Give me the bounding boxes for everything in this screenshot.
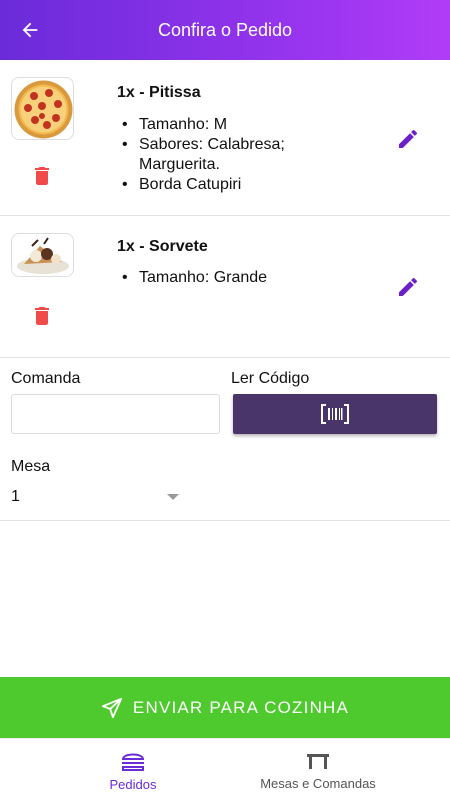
item-detail: Borda Catupiri — [117, 175, 347, 195]
send-button-label: ENVIAR PARA COZINHA — [132, 697, 350, 717]
table-icon — [307, 753, 329, 769]
page-title: Confira o Pedido — [157, 19, 293, 40]
nav-mesas-comandas[interactable]: Mesas e Comandas — [236, 739, 400, 801]
divider — [0, 520, 450, 521]
order-list: 1x - Pitissa Tamanho: M Sabores: Calabre… — [0, 60, 450, 358]
chevron-down-icon — [167, 494, 179, 500]
item-title: 1x - Sorvete — [117, 238, 208, 255]
burger-icon — [121, 753, 145, 771]
send-to-kitchen-button[interactable]: ENVIAR PARA COZINHA — [0, 677, 450, 738]
mesa-label: Mesa — [11, 458, 51, 475]
pencil-icon — [399, 277, 417, 296]
nav-mesas-label: Mesas e Comandas — [260, 775, 376, 791]
item-detail: Tamanho: M — [117, 115, 347, 135]
barcode-scan-icon — [321, 404, 349, 424]
edit-item-button[interactable] — [396, 275, 420, 299]
item-details: Tamanho: Grande — [117, 268, 347, 288]
order-item: 1x - Pitissa Tamanho: M Sabores: Calabre… — [0, 60, 450, 216]
app-header: Confira o Pedido — [0, 0, 450, 60]
trash-icon — [35, 307, 49, 325]
back-button[interactable] — [14, 14, 46, 46]
nav-pedidos-label: Pedidos — [109, 776, 157, 792]
scan-code-button[interactable] — [233, 394, 437, 434]
comanda-label: Comanda — [11, 370, 81, 387]
item-detail: Sabores: Calabresa; Marguerita. — [117, 135, 347, 175]
comanda-input[interactable] — [11, 394, 220, 434]
item-title: 1x - Pitissa — [117, 84, 201, 101]
mesa-select-value: 1 — [11, 488, 20, 505]
pizza-image — [11, 77, 74, 140]
arrow-left-icon — [22, 22, 38, 38]
item-detail: Tamanho: Grande — [117, 268, 347, 288]
mesa-select[interactable]: 1 — [11, 484, 181, 512]
edit-item-button[interactable] — [396, 127, 420, 151]
order-item: 1x - Sorvete Tamanho: Grande — [0, 216, 450, 358]
nav-pedidos[interactable]: Pedidos — [83, 739, 183, 801]
ler-codigo-label: Ler Código — [231, 370, 310, 387]
icecream-image — [11, 233, 74, 277]
trash-icon — [35, 167, 49, 185]
bottom-navigation: Pedidos Mesas e Comandas — [0, 738, 450, 800]
delete-item-button[interactable] — [30, 304, 54, 328]
delete-item-button[interactable] — [30, 164, 54, 188]
send-icon — [101, 697, 123, 718]
pencil-icon — [399, 129, 417, 148]
item-details: Tamanho: M Sabores: Calabresa; Marguerit… — [117, 115, 347, 195]
